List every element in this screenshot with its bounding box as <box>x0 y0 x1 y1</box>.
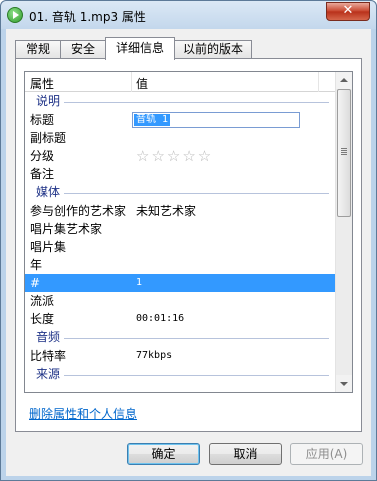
tab-security[interactable]: 安全 <box>60 40 106 59</box>
property-name: 长度 <box>30 312 55 326</box>
property-name: 标题 <box>30 113 55 127</box>
property-value: 00:01:16 <box>136 313 185 324</box>
property-name: 副标题 <box>30 131 67 145</box>
property-name: 比特率 <box>30 349 67 363</box>
title-bar[interactable]: 01. 音轨 1.mp3 属性 ✕ <box>1 1 376 29</box>
group-divider <box>36 102 329 103</box>
dialog-client: 常规 安全 详细信息 以前的版本 属性 值 说明 标题 音轨 1 副标题 分级 … <box>6 29 371 476</box>
group-audio: 音频 <box>25 328 335 347</box>
rating-stars-icon[interactable]: ☆☆☆☆☆ <box>136 147 213 165</box>
close-button[interactable]: ✕ <box>326 2 370 21</box>
row-bitrate[interactable]: 比特率 77kbps <box>25 347 335 365</box>
column-divider[interactable] <box>131 72 132 92</box>
scroll-down-button[interactable] <box>336 375 352 392</box>
scroll-up-button[interactable] <box>336 72 352 89</box>
ok-button[interactable]: 确定 <box>127 443 200 465</box>
row-album-artist[interactable]: 唱片集艺术家 <box>25 220 335 238</box>
row-genre[interactable]: 流派 <box>25 292 335 310</box>
media-file-icon <box>7 7 23 23</box>
property-name: 唱片集艺术家 <box>30 222 103 236</box>
row-rating[interactable]: 分级 ☆☆☆☆☆ <box>25 147 335 165</box>
title-edit-value[interactable]: 音轨 1 <box>134 114 171 126</box>
column-divider[interactable] <box>318 72 319 92</box>
group-label: 媒体 <box>36 183 65 202</box>
row-length[interactable]: 长度 00:01:16 <box>25 310 335 328</box>
tab-general[interactable]: 常规 <box>15 40 61 59</box>
row-year[interactable]: 年 <box>25 256 335 274</box>
property-name: 分级 <box>30 149 55 163</box>
property-name: # <box>30 276 41 290</box>
group-divider <box>36 193 329 194</box>
group-description: 说明 <box>25 92 335 111</box>
property-name: 备注 <box>30 167 55 181</box>
group-divider <box>36 338 329 339</box>
group-label: 来源 <box>36 365 65 384</box>
column-header-value[interactable]: 值 <box>136 75 148 92</box>
arrow-down-icon <box>340 382 348 386</box>
property-rows: 说明 标题 音轨 1 副标题 分级 ☆☆☆☆☆ 备注 媒体 参与创作的艺术家 未… <box>25 92 335 384</box>
group-label: 音频 <box>36 328 65 347</box>
property-value: 77kbps <box>136 350 173 361</box>
tab-details[interactable]: 详细信息 <box>105 37 175 60</box>
apply-button[interactable]: 应用(A) <box>290 443 363 465</box>
title-edit-field[interactable]: 音轨 1 <box>132 112 300 128</box>
tab-previous-versions[interactable]: 以前的版本 <box>174 40 252 59</box>
property-name: 年 <box>30 258 43 272</box>
row-subtitle[interactable]: 副标题 <box>25 129 335 147</box>
row-title[interactable]: 标题 音轨 1 <box>25 111 335 129</box>
cancel-button[interactable]: 取消 <box>209 443 282 465</box>
property-name: 参与创作的艺术家 <box>30 204 127 218</box>
list-header: 属性 值 <box>25 72 335 92</box>
property-value: 未知艺术家 <box>136 204 197 218</box>
details-panel: 属性 值 说明 标题 音轨 1 副标题 分级 ☆☆☆☆☆ 备注 媒体 参与创作的… <box>15 58 362 432</box>
property-value: 1 <box>136 277 143 288</box>
row-album[interactable]: 唱片集 <box>25 238 335 256</box>
group-label: 说明 <box>36 92 65 111</box>
column-header-property[interactable]: 属性 <box>30 75 54 92</box>
window-title: 01. 音轨 1.mp3 属性 <box>29 10 146 24</box>
row-contributing-artist[interactable]: 参与创作的艺术家 未知艺术家 <box>25 202 335 220</box>
group-divider <box>36 375 329 376</box>
property-name: 流派 <box>30 294 55 308</box>
row-comment[interactable]: 备注 <box>25 165 335 183</box>
arrow-up-icon <box>340 78 348 82</box>
property-name: 唱片集 <box>30 240 67 254</box>
remove-properties-link[interactable]: 删除属性和个人信息 <box>29 405 137 422</box>
row-track-number[interactable]: # 1 <box>25 274 335 292</box>
group-media: 媒体 <box>25 183 335 202</box>
property-list[interactable]: 属性 值 说明 标题 音轨 1 副标题 分级 ☆☆☆☆☆ 备注 媒体 参与创作的… <box>24 71 353 393</box>
properties-window: 01. 音轨 1.mp3 属性 ✕ 常规 安全 详细信息 以前的版本 属性 值 <box>0 0 377 481</box>
scrollbar-thumb[interactable] <box>337 89 351 217</box>
grip-icon <box>341 148 347 156</box>
group-origin: 来源 <box>25 365 335 384</box>
vertical-scrollbar[interactable] <box>335 72 352 392</box>
